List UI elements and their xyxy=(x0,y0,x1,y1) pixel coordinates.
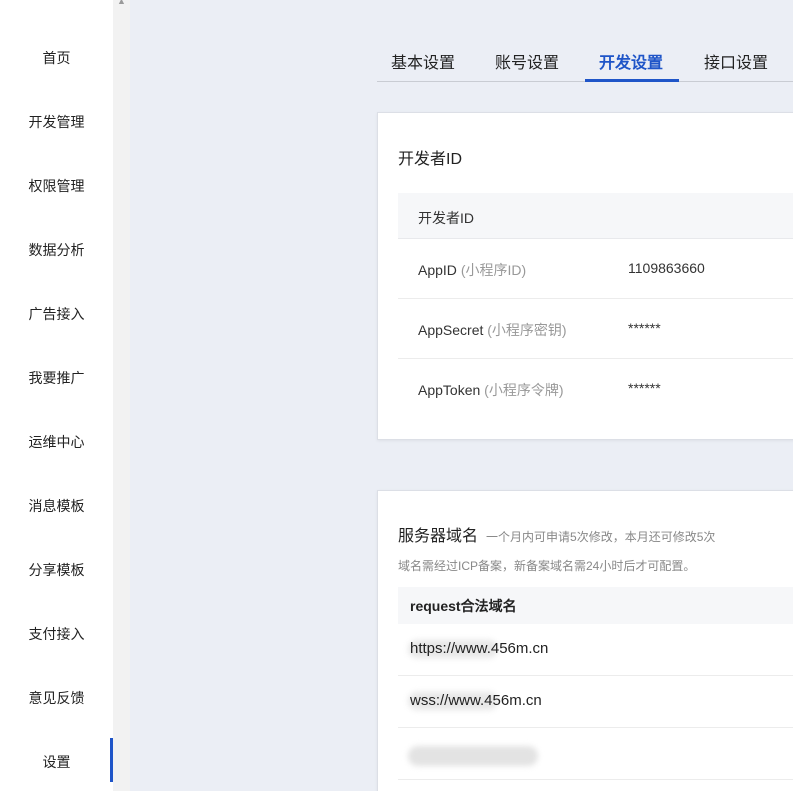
tab-account-settings[interactable]: 账号设置 xyxy=(495,49,559,73)
active-tab-indicator xyxy=(585,79,679,82)
modify-quota-note: 一个月内可申请5次修改，本月还可修改5次 xyxy=(486,530,716,544)
key-label: AppSecret xyxy=(418,322,484,338)
sidebar-item-label: 消息模板 xyxy=(28,498,85,514)
sidebar-item-feedback[interactable]: 意见反馈 xyxy=(0,674,113,722)
sidebar-item-payment[interactable]: 支付接入 xyxy=(0,610,113,658)
sidebar-item-label: 开发管理 xyxy=(28,114,85,130)
sidebar-item-ads[interactable]: 广告接入 xyxy=(0,290,113,338)
sidebar-item-promotion[interactable]: 我要推广 xyxy=(0,354,113,402)
key-label: AppID xyxy=(418,262,457,278)
row-key: AppID (小程序ID) xyxy=(418,260,526,280)
key-hint: (小程序令牌) xyxy=(484,382,564,398)
card-title: 开发者ID xyxy=(398,151,463,168)
sidebar: 首页 开发管理 权限管理 数据分析 广告接入 我要推广 运维中心 消息模板 分享… xyxy=(0,0,113,791)
key-hint: (小程序ID) xyxy=(460,262,527,278)
sidebar-scrollbar[interactable]: ▲ xyxy=(113,0,130,791)
table-row-appsecret: AppSecret (小程序密钥) ****** xyxy=(398,299,793,359)
sidebar-item-permissions[interactable]: 权限管理 xyxy=(0,162,113,210)
domain-value: https://www.456m.cn xyxy=(410,640,549,657)
tab-dev-settings[interactable]: 开发设置 xyxy=(599,49,663,73)
server-domain-card: 服务器域名 一个月内可申请5次修改，本月还可修改5次 域名需经过ICP备案，新备案… xyxy=(377,490,793,791)
domain-row: https://www.456m.cn xyxy=(398,624,793,676)
sidebar-item-label: 权限管理 xyxy=(28,178,85,194)
key-label: AppToken xyxy=(418,382,481,398)
row-key: AppSecret (小程序密钥) xyxy=(418,320,567,340)
domain-row: wss://www.456m.cn xyxy=(398,676,793,728)
request-domain-header-label: request合法域名 xyxy=(410,598,517,614)
appid-value: 1109863660 xyxy=(628,260,705,276)
tab-api-settings[interactable]: 接口设置 xyxy=(704,49,768,73)
sidebar-item-label: 运维中心 xyxy=(28,434,85,450)
table-row-appid: AppID (小程序ID) 1109863660 xyxy=(398,239,793,299)
sidebar-item-label: 意见反馈 xyxy=(28,690,85,706)
sidebar-item-settings[interactable]: 设置 xyxy=(0,738,113,786)
table-header-label: 开发者ID xyxy=(418,210,474,226)
developer-id-card: 开发者ID 开发者ID AppID (小程序ID) 1109863660 App… xyxy=(377,112,793,440)
sidebar-item-label: 支付接入 xyxy=(28,626,85,642)
domain-row xyxy=(398,728,793,780)
sidebar-item-label: 广告接入 xyxy=(28,306,85,322)
request-domain-header: request合法域名 xyxy=(398,587,793,624)
domain-value: wss://www.456m.cn xyxy=(410,692,542,709)
section-title: 服务器域名 一个月内可申请5次修改，本月还可修改5次 xyxy=(398,522,715,546)
redacted-blur xyxy=(408,746,538,766)
scroll-up-arrow-icon[interactable]: ▲ xyxy=(117,0,126,6)
sidebar-item-label: 我要推广 xyxy=(28,370,85,386)
appsecret-value: ****** xyxy=(628,320,661,336)
tab-basic-settings[interactable]: 基本设置 xyxy=(391,49,455,73)
sidebar-item-home[interactable]: 首页 xyxy=(0,34,113,82)
sidebar-item-ops-center[interactable]: 运维中心 xyxy=(0,418,113,466)
sidebar-item-message-templates[interactable]: 消息模板 xyxy=(0,482,113,530)
sidebar-item-analytics[interactable]: 数据分析 xyxy=(0,226,113,274)
table-header: 开发者ID xyxy=(398,193,793,239)
key-hint: (小程序密钥) xyxy=(487,322,567,338)
sidebar-item-label: 首页 xyxy=(42,50,71,66)
sidebar-item-label: 数据分析 xyxy=(28,242,85,258)
sidebar-item-label: 设置 xyxy=(42,754,71,770)
sidebar-item-share-templates[interactable]: 分享模板 xyxy=(0,546,113,594)
sidebar-item-dev-management[interactable]: 开发管理 xyxy=(0,98,113,146)
settings-tabs: 基本设置 账号设置 开发设置 接口设置 xyxy=(377,40,793,82)
row-key: AppToken (小程序令牌) xyxy=(418,380,564,400)
icp-requirement-note: 域名需经过ICP备案，新备案域名需24小时后才可配置。 xyxy=(398,559,696,573)
server-domain-title: 服务器域名 xyxy=(398,528,479,545)
sidebar-item-label: 分享模板 xyxy=(28,562,85,578)
apptoken-value: ****** xyxy=(628,380,661,396)
table-row-apptoken: AppToken (小程序令牌) ****** xyxy=(398,359,793,419)
